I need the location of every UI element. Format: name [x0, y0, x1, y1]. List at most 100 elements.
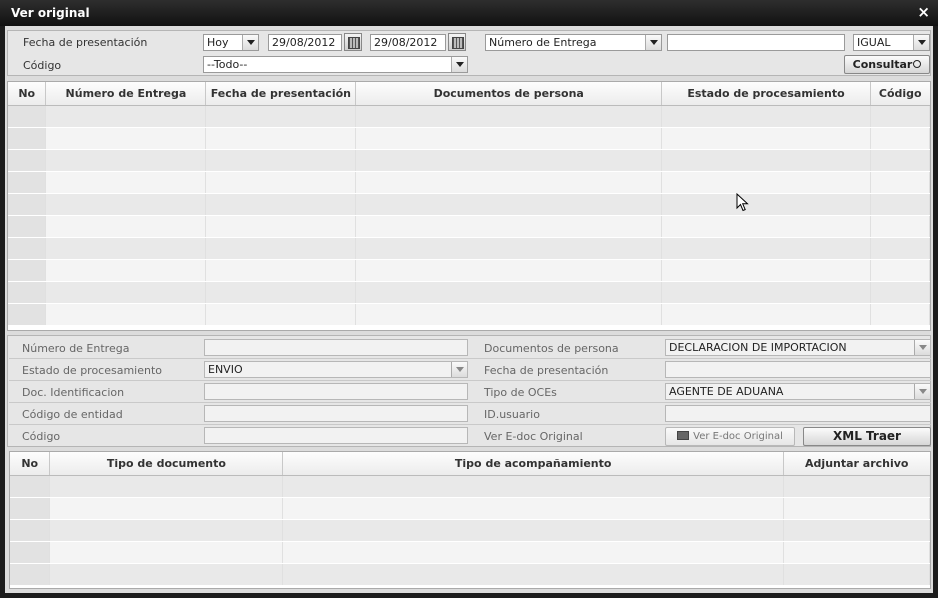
codigo-detail-field[interactable]: [204, 427, 468, 444]
chevron-down-icon[interactable]: [913, 35, 929, 50]
table-cell: [355, 281, 663, 304]
table-row[interactable]: [10, 475, 930, 498]
table-row[interactable]: [8, 215, 930, 238]
chevron-down-icon[interactable]: [242, 35, 258, 50]
tipo-oces-label: Tipo de OCEs: [484, 386, 557, 399]
ver-edoc-label: Ver E-doc Original: [484, 430, 583, 443]
col-header-tipo-documento[interactable]: Tipo de documento: [49, 452, 284, 476]
calendar-icon[interactable]: [344, 33, 362, 51]
table-row[interactable]: [10, 541, 930, 564]
table-cell: [355, 149, 663, 172]
table-row[interactable]: [8, 237, 930, 260]
results-grid[interactable]: No Número de Entrega Fecha de presentaci…: [7, 81, 931, 331]
table-cell: [8, 171, 47, 194]
table-cell: [661, 259, 871, 282]
chevron-down-icon[interactable]: [451, 57, 467, 72]
col-header-no[interactable]: No: [10, 452, 51, 476]
numero-entrega-field[interactable]: [204, 339, 468, 356]
fecha-desde-input[interactable]: 29/08/2012: [268, 34, 342, 51]
ver-edoc-original-button[interactable]: Ver E-doc Original: [665, 427, 795, 446]
mouse-cursor-icon: [736, 193, 749, 212]
chevron-down-icon[interactable]: [645, 35, 661, 50]
table-row[interactable]: [8, 171, 930, 194]
table-cell: [205, 149, 357, 172]
codigo-entidad-field[interactable]: [204, 405, 468, 422]
doc-identificacion-field[interactable]: [204, 383, 468, 400]
col-header-estado-procesamiento[interactable]: Estado de procesamiento: [661, 82, 871, 106]
consultar-label: Consultar: [852, 58, 913, 71]
tipo-oces-select[interactable]: AGENTE DE ADUANA: [665, 383, 931, 400]
table-cell: [8, 281, 47, 304]
table-row[interactable]: [8, 127, 930, 150]
table-cell: [355, 127, 663, 150]
xml-traer-button[interactable]: XML Traer: [803, 427, 931, 446]
table-row[interactable]: [10, 563, 930, 586]
chevron-down-icon[interactable]: [451, 362, 467, 377]
consultar-button[interactable]: Consultar: [844, 55, 930, 74]
table-row[interactable]: [8, 193, 930, 216]
table-row[interactable]: [8, 281, 930, 304]
col-header-tipo-acompanamiento[interactable]: Tipo de acompañamiento: [282, 452, 785, 476]
codigo-detail-label: Código: [22, 430, 61, 443]
fecha-presentacion-label: Fecha de presentación: [23, 36, 148, 49]
window-titlebar[interactable]: Ver original ×: [0, 0, 938, 26]
close-icon[interactable]: ×: [917, 3, 930, 21]
table-row[interactable]: [8, 105, 930, 128]
col-header-codigo[interactable]: Código: [870, 82, 930, 106]
documentos-persona-select[interactable]: DECLARACION DE IMPORTACION: [665, 339, 931, 356]
table-cell: [45, 105, 207, 128]
id-usuario-label: ID.usuario: [484, 408, 540, 421]
table-cell: [783, 497, 930, 520]
table-row[interactable]: [8, 259, 930, 282]
table-cell: [783, 541, 930, 564]
valor-busqueda-input[interactable]: [667, 34, 845, 51]
table-cell: [49, 475, 284, 498]
col-header-documentos-persona[interactable]: Documentos de persona: [355, 82, 663, 106]
table-cell: [282, 475, 785, 498]
table-row[interactable]: [10, 497, 930, 520]
table-cell: [8, 193, 47, 216]
calendar-icon[interactable]: [448, 33, 466, 51]
estado-procesamiento-select[interactable]: ENVIO: [204, 361, 468, 378]
fecha-presentacion-field[interactable]: [665, 361, 931, 378]
table-cell: [45, 149, 207, 172]
table-cell: [870, 303, 930, 326]
table-cell: [661, 127, 871, 150]
table-cell: [282, 519, 785, 542]
ver-edoc-original-label: Ver E-doc Original: [693, 431, 783, 442]
detail-row: Código Ver E-doc Original Ver E-doc Orig…: [9, 425, 931, 447]
table-cell: [8, 149, 47, 172]
chevron-down-icon[interactable]: [914, 384, 930, 399]
table-cell: [8, 237, 47, 260]
campo-busqueda-select[interactable]: Número de Entrega: [485, 34, 662, 51]
table-cell: [205, 171, 357, 194]
col-header-no[interactable]: No: [8, 82, 47, 106]
col-header-numero-entrega[interactable]: Número de Entrega: [45, 82, 207, 106]
results-header-row: No Número de Entrega Fecha de presentaci…: [8, 82, 930, 106]
codigo-entidad-label: Código de entidad: [22, 408, 123, 421]
table-row[interactable]: [10, 519, 930, 542]
detail-row: Código de entidad ID.usuario: [9, 403, 931, 425]
table-cell: [661, 149, 871, 172]
id-usuario-field[interactable]: [665, 405, 931, 422]
table-cell: [45, 171, 207, 194]
table-cell: [870, 171, 930, 194]
table-row[interactable]: [8, 149, 930, 172]
attachments-grid[interactable]: No Tipo de documento Tipo de acompañamie…: [9, 451, 931, 589]
table-cell: [49, 563, 284, 586]
filter-panel: Fecha de presentación Hoy 29/08/2012 29/…: [7, 30, 931, 76]
chevron-down-icon[interactable]: [914, 340, 930, 355]
estado-procesamiento-label: Estado de procesamiento: [22, 364, 163, 377]
table-cell: [49, 541, 284, 564]
table-cell: [355, 215, 663, 238]
fecha-hasta-input[interactable]: 29/08/2012: [370, 34, 446, 51]
operador-select[interactable]: IGUAL: [853, 34, 930, 51]
col-header-adjuntar-archivo[interactable]: Adjuntar archivo: [783, 452, 930, 476]
codigo-filter-select[interactable]: --Todo--: [203, 56, 468, 73]
fecha-presentacion-detail-label: Fecha de presentación: [484, 364, 609, 377]
col-header-fecha-presentacion[interactable]: Fecha de presentación: [205, 82, 357, 106]
periodo-select[interactable]: Hoy: [203, 34, 259, 51]
table-cell: [8, 259, 47, 282]
table-cell: [870, 281, 930, 304]
table-row[interactable]: [8, 303, 930, 326]
